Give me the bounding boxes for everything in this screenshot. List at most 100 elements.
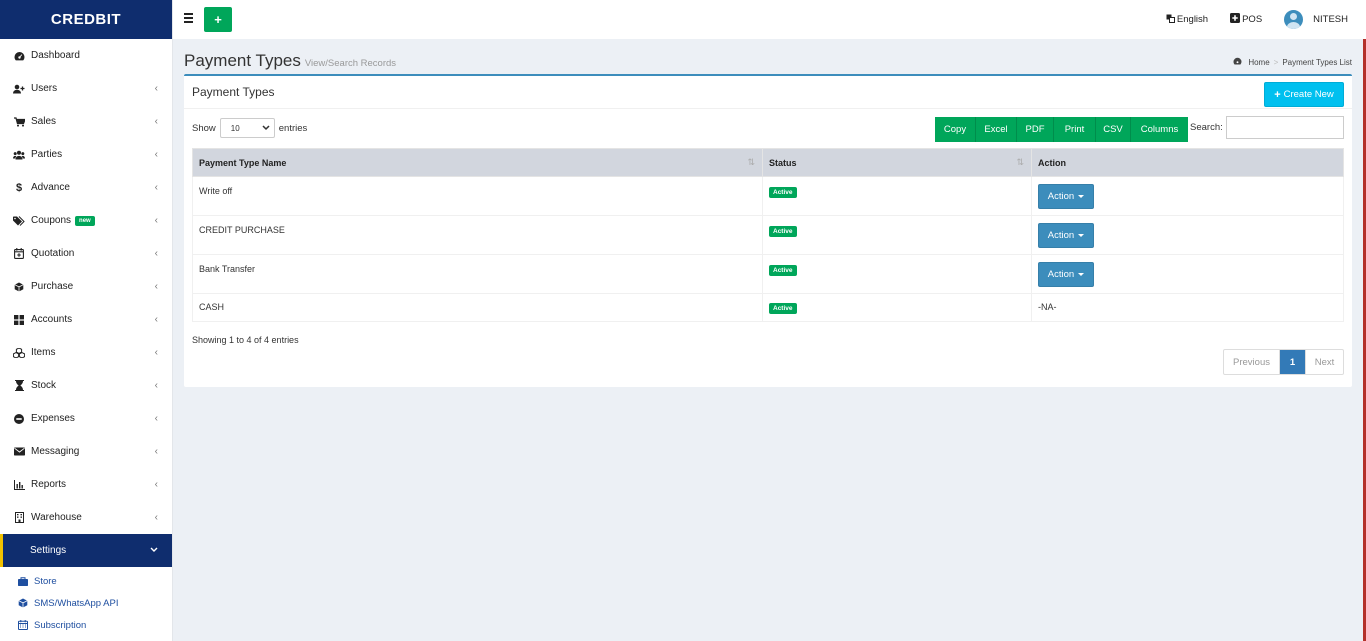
sidebar-item-sales[interactable]: Sales ‹ (0, 105, 172, 138)
search-label: Search: (1190, 122, 1223, 133)
export-button-group: Copy Excel PDF Print CSV Columns (935, 117, 1188, 142)
breadcrumb-current: Payment Types List (1282, 57, 1352, 67)
cubes-icon (13, 347, 25, 359)
create-new-button[interactable]: + Create New (1264, 82, 1344, 107)
caret-down-icon (1078, 195, 1085, 198)
status-cell: Active (762, 215, 1032, 255)
sidebar-item-parties[interactable]: Parties ‹ (0, 138, 172, 171)
sidebar-item-settings[interactable]: Settings (0, 534, 172, 567)
table-row: CASH Active -NA- (192, 293, 1344, 322)
language-selector[interactable]: English (1166, 14, 1208, 26)
sidebar-subitem-sms-api[interactable]: SMS/WhatsApp API (0, 592, 172, 614)
menu-toggle-icon[interactable] (184, 13, 193, 23)
action-dropdown-button[interactable]: Action (1038, 262, 1094, 287)
quick-add-button[interactable]: + (204, 7, 232, 32)
sidebar-subitem-store[interactable]: Store (0, 570, 172, 592)
column-header-name[interactable]: Payment Type Name ⇅ (192, 148, 763, 177)
sort-icon: ⇅ (747, 157, 755, 167)
column-header-label: Status (769, 157, 797, 168)
sidebar-item-label: Stock (31, 380, 57, 391)
column-header-status[interactable]: Status ⇅ (762, 148, 1032, 177)
table-header-row: Payment Type Name ⇅ Status ⇅ Action (192, 148, 1344, 177)
sidebar-item-label: Dashboard (31, 50, 80, 61)
page-size-select[interactable]: 10 (219, 118, 275, 138)
sidebar-item-dashboard[interactable]: Dashboard (0, 39, 172, 72)
dollar-icon: $ (15, 181, 23, 194)
action-dropdown-button[interactable]: Action (1038, 223, 1094, 248)
chevron-left-icon: ‹ (154, 83, 158, 94)
sidebar-item-advance[interactable]: $ Advance ‹ (0, 171, 172, 204)
sidebar-subitem-label: Subscription (34, 619, 87, 631)
search-input[interactable] (1226, 116, 1344, 139)
calendar-icon (17, 620, 28, 631)
page-1-button[interactable]: 1 (1280, 350, 1305, 374)
print-button[interactable]: Print (1054, 117, 1096, 142)
envelope-icon (13, 446, 25, 458)
chevron-down-icon (150, 545, 158, 556)
copy-button[interactable]: Copy (935, 117, 976, 142)
columns-button[interactable]: Columns (1131, 117, 1188, 142)
column-header-action: Action (1031, 148, 1344, 177)
chevron-left-icon: ‹ (154, 182, 158, 193)
language-label: English (1176, 14, 1209, 25)
sidebar-item-accounts[interactable]: Accounts ‹ (0, 303, 172, 336)
chevron-left-icon: ‹ (154, 281, 158, 292)
payment-type-name: Write off (192, 176, 763, 216)
chevron-left-icon: ‹ (154, 149, 158, 160)
page-title-text: Payment Types (184, 51, 301, 70)
sidebar-item-coupons[interactable]: Coupons new ‹ (0, 204, 172, 237)
cube-icon (13, 281, 25, 293)
breadcrumb-home[interactable]: Home (1248, 58, 1269, 67)
pdf-button[interactable]: PDF (1017, 117, 1054, 142)
sidebar-item-label: Settings (30, 545, 67, 556)
user-menu[interactable]: NITESH (1284, 10, 1348, 29)
chevron-left-icon: ‹ (154, 479, 158, 490)
sidebar-item-warehouse[interactable]: Warehouse ‹ (0, 501, 172, 534)
chevron-left-icon: ‹ (154, 116, 158, 127)
csv-button[interactable]: CSV (1096, 117, 1131, 142)
table-row: Write off Active Action (192, 176, 1344, 216)
status-cell: Active (762, 293, 1032, 322)
user-plus-icon (13, 83, 25, 95)
pos-link[interactable]: POS (1230, 13, 1262, 26)
previous-page-button[interactable]: Previous (1224, 350, 1280, 374)
sidebar-item-stock[interactable]: Stock ‹ (0, 369, 172, 402)
sort-icon: ⇅ (1016, 157, 1024, 167)
excel-button[interactable]: Excel (976, 117, 1017, 142)
sidebar-item-reports[interactable]: Reports ‹ (0, 468, 172, 501)
next-page-button[interactable]: Next (1305, 350, 1343, 374)
action-cell: Action (1031, 176, 1344, 216)
status-badge: Active (769, 187, 797, 198)
user-name: NITESH (1313, 14, 1348, 25)
chevron-left-icon: ‹ (154, 347, 158, 358)
suitcase-icon (17, 576, 28, 587)
sidebar-item-messaging[interactable]: Messaging ‹ (0, 435, 172, 468)
brand-logo[interactable]: CREDBIT (0, 0, 172, 39)
column-header-label: Payment Type Name (199, 157, 287, 168)
chevron-down-icon (262, 124, 270, 133)
sidebar-item-label: Messaging (31, 446, 80, 457)
action-cell: Action (1031, 215, 1344, 255)
sidebar-item-label: Accounts (31, 314, 73, 325)
pos-label: POS (1242, 14, 1263, 25)
hourglass-icon (13, 380, 25, 392)
th-large-icon (13, 314, 25, 326)
table-info: Showing 1 to 4 of 4 entries (192, 335, 299, 345)
sidebar-subitem-subscription[interactable]: Subscription (0, 614, 172, 636)
sidebar-item-quotation[interactable]: Quotation ‹ (0, 237, 172, 270)
sidebar-item-users[interactable]: Users ‹ (0, 72, 172, 105)
avatar (1284, 10, 1304, 29)
sidebar-item-expenses[interactable]: Expenses ‹ (0, 402, 172, 435)
sidebar-item-items[interactable]: Items ‹ (0, 336, 172, 369)
plus-icon: + (214, 12, 222, 27)
action-dropdown-button[interactable]: Action (1038, 184, 1094, 209)
show-label: Show (192, 122, 216, 134)
top-navbar: + English POS NITESH (173, 0, 1366, 39)
sidebar-item-label: Quotation (31, 248, 75, 259)
calendar-plus-icon (13, 248, 25, 260)
table-row: Bank Transfer Active Action (192, 254, 1344, 294)
status-cell: Active (762, 254, 1032, 294)
chevron-left-icon: ‹ (154, 446, 158, 457)
sidebar-item-purchase[interactable]: Purchase ‹ (0, 270, 172, 303)
page-size-control: Show 10 entries (192, 118, 307, 138)
